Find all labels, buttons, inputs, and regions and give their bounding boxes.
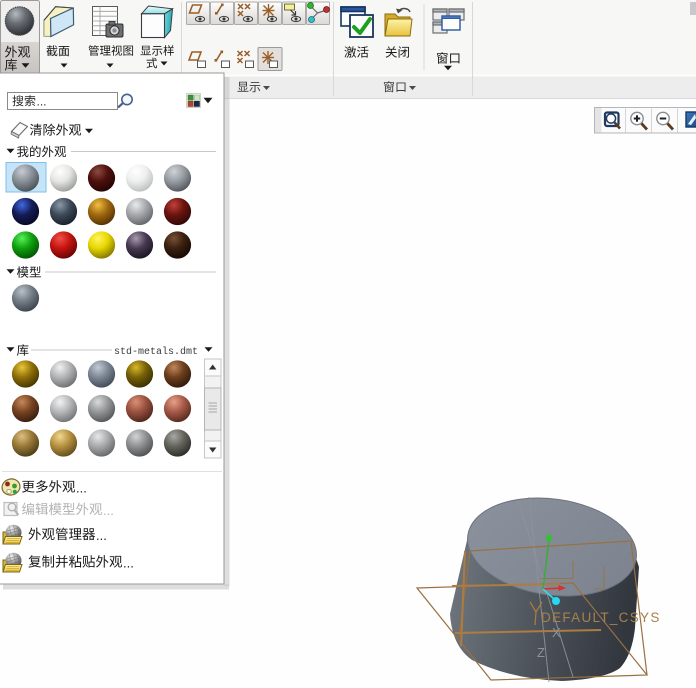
svg-text:DEFAULT_CSYS: DEFAULT_CSYS	[541, 610, 661, 625]
svg-text:Z: Z	[537, 645, 545, 660]
svg-text:std-metals.dmt: std-metals.dmt	[114, 346, 198, 358]
svg-text:...: ...	[96, 528, 107, 543]
svg-text:...: ...	[123, 556, 134, 571]
svg-text:X: X	[552, 625, 561, 640]
svg-text:...: ...	[76, 481, 87, 496]
svg-text:...: ...	[37, 95, 47, 109]
svg-text:...: ...	[103, 503, 114, 518]
